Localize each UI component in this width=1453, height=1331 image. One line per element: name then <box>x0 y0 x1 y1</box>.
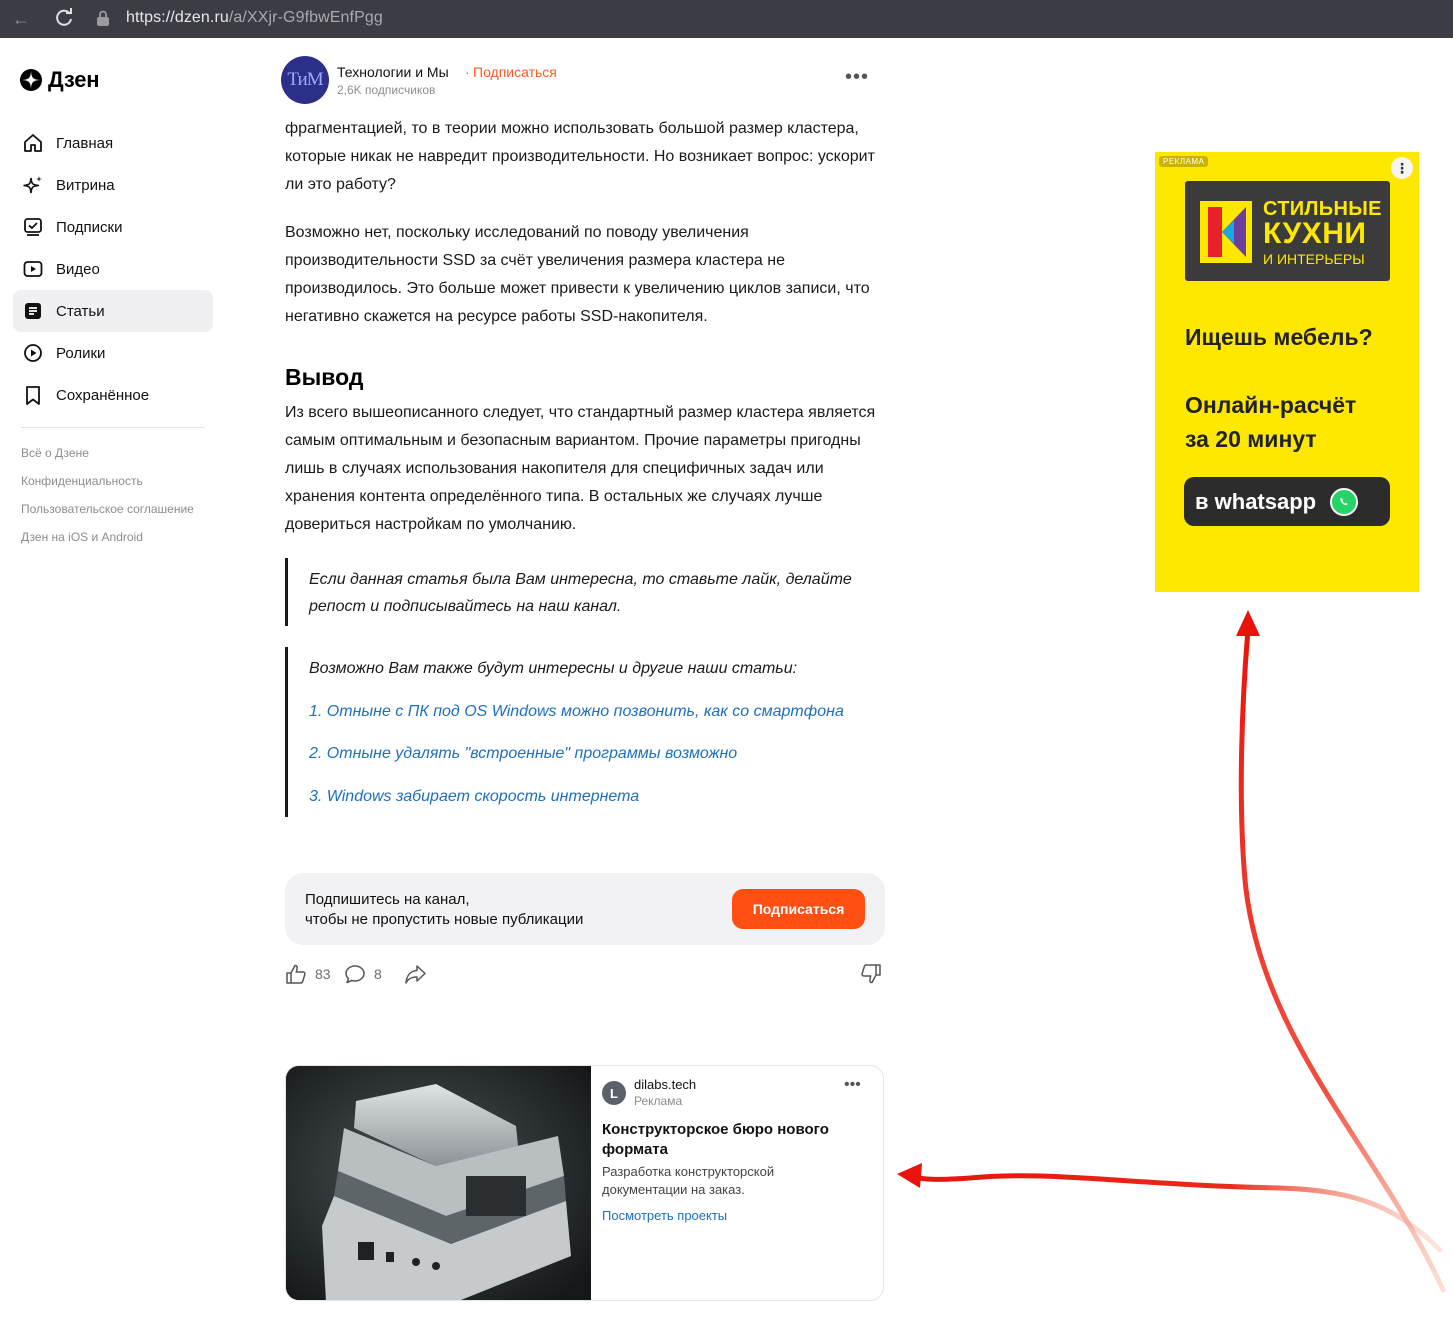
ad-product-image[interactable] <box>286 1066 591 1301</box>
related-article-link[interactable]: 2. Отныне удалять "встроенные" программы… <box>309 744 737 764</box>
more-options-icon[interactable]: ••• <box>845 67 869 90</box>
back-arrow-icon[interactable]: ← <box>10 9 32 29</box>
advertiser-domain[interactable]: dilabs.tech <box>634 1077 696 1092</box>
sidebar-nav: Главная Витрина Подписки Видео Статьи Ро… <box>13 122 213 416</box>
article-icon <box>25 303 41 319</box>
channel-name[interactable]: Технологии и Мы <box>337 64 449 80</box>
subscriptions-icon <box>24 218 42 236</box>
sparkle-icon <box>23 176 42 194</box>
subscribe-line-2: чтобы не пропустить новые публикации <box>305 911 584 928</box>
quote-text: Если данная статья была Вам интересна, т… <box>309 571 852 615</box>
thumbs-down-icon <box>861 964 881 984</box>
dzen-star-icon <box>20 69 42 91</box>
subscribe-button[interactable]: Подписаться <box>732 889 865 929</box>
footer-link-privacy[interactable]: Конфиденциальность <box>21 474 194 502</box>
ad-cta-link[interactable]: Посмотреть проекты <box>602 1208 727 1223</box>
sidebar-item-label: Подписки <box>56 218 123 236</box>
arrow-head-up <box>1236 610 1260 636</box>
related-article-link[interactable]: 1. Отныне с ПК под OS Windows можно позв… <box>309 702 844 722</box>
brand-line-3: И ИНТЕРЬЕРЫ <box>1263 251 1365 267</box>
offer-line-1: Онлайн-расчёт <box>1185 392 1357 418</box>
logo-text: Дзен <box>48 67 100 92</box>
whatsapp-button[interactable]: в whatsapp <box>1184 477 1390 526</box>
ad-title[interactable]: Конструкторское бюро нового формата <box>602 1120 862 1160</box>
clips-icon <box>24 344 42 362</box>
sidebar-item-video[interactable]: Видео <box>13 248 213 290</box>
sidebar-item-subscriptions[interactable]: Подписки <box>13 206 213 248</box>
like-button[interactable]: 83 <box>285 963 331 985</box>
sidebar-item-label: Ролики <box>56 344 106 362</box>
like-count: 83 <box>315 966 331 982</box>
sidebar-item-label: Главная <box>56 134 114 152</box>
bookmark-icon <box>26 386 40 405</box>
footer-link-about[interactable]: Всё о Дзене <box>21 446 194 474</box>
address-bar[interactable]: https://dzen.ru/a/XXjr-G9fbwEnfPgg <box>126 9 383 27</box>
sidebar-item-saved[interactable]: Сохранённое <box>13 374 213 416</box>
sidebar-divider <box>21 427 205 428</box>
comments-button[interactable]: 8 <box>344 963 382 985</box>
ad-menu-icon[interactable]: ⋮ <box>1391 157 1413 179</box>
thumbs-up-icon <box>286 964 306 984</box>
banner-question: Ищешь мебель? <box>1185 324 1373 350</box>
separator-dot: · <box>465 64 470 80</box>
sidebar-item-label: Видео <box>56 260 100 278</box>
brand-line-2: КУХНИ <box>1263 217 1367 250</box>
sidebar-item-clips[interactable]: Ролики <box>13 332 213 374</box>
channel-subscribe-link[interactable]: Подписаться <box>473 64 557 80</box>
share-icon <box>405 965 426 984</box>
video-icon <box>23 261 43 277</box>
lock-icon[interactable] <box>96 10 110 26</box>
channel-avatar[interactable]: ТиМ <box>281 56 329 104</box>
related-article-link[interactable]: 3. Windows забирает скорость интернета <box>309 787 639 807</box>
sidebar-item-showcase[interactable]: Витрина <box>13 164 213 206</box>
brand-logo-block: СТИЛЬНЫЕ КУХНИ И ИНТЕРЬЕРЫ <box>1185 181 1390 281</box>
article-paragraph: фрагментацией, то в теории можно использ… <box>285 120 875 193</box>
subscribe-prompt-text: Подпишитесь на канал, чтобы не пропустит… <box>305 890 583 930</box>
reload-icon[interactable] <box>52 6 76 30</box>
article-paragraph: Возможно нет, поскольку исследований по … <box>285 224 870 325</box>
footer-link-apps[interactable]: Дзен на iOS и Android <box>21 530 194 558</box>
sidebar-item-label: Сохранённое <box>56 386 150 404</box>
banner-offer: Онлайн-расчёт за 20 минут <box>1185 388 1356 456</box>
arrow-head-left <box>897 1163 922 1188</box>
share-button[interactable] <box>404 963 426 985</box>
subscribe-prompt: Подпишитесь на канал, чтобы не пропустит… <box>285 873 885 945</box>
sidebar-item-articles[interactable]: Статьи <box>13 290 213 332</box>
quote-intro: Возможно Вам также будут интересны и дру… <box>309 660 798 677</box>
offer-line-2: за 20 минут <box>1185 426 1317 452</box>
subscriber-count: 2,6K подписчиков <box>337 83 436 97</box>
article-heading: Вывод <box>285 364 364 390</box>
comment-count: 8 <box>374 966 382 982</box>
advertiser-logo[interactable]: L <box>602 1081 626 1105</box>
arrow-to-banner <box>1238 627 1446 1293</box>
brand-k-logo-icon <box>1200 201 1252 263</box>
url-host: https://dzen.ru <box>126 9 229 26</box>
whatsapp-icon <box>1330 487 1359 516</box>
article-actions: 83 8 <box>285 963 885 991</box>
dislike-button[interactable] <box>860 963 882 985</box>
home-icon <box>24 134 42 152</box>
native-ad-card[interactable]: L dilabs.tech Реклама ••• Конструкторско… <box>285 1065 884 1301</box>
ad-more-options-icon[interactable]: ••• <box>844 1077 861 1093</box>
ad-description: Разработка конструкторской документации … <box>602 1164 775 1197</box>
banner-ad[interactable]: РЕКЛАМА ⋮ СТИЛЬНЫЕ КУХНИ И ИНТЕРЬЕРЫ Ище… <box>1155 152 1419 592</box>
sidebar-item-label: Статьи <box>56 302 105 320</box>
comment-icon <box>345 965 365 984</box>
ad-label: Реклама <box>634 1094 683 1108</box>
sidebar-item-home[interactable]: Главная <box>13 122 213 164</box>
article-paragraph: Из всего вышеописанного следует, что ста… <box>285 404 876 533</box>
blockquote: Если данная статья была Вам интересна, т… <box>285 558 885 626</box>
related-articles-quote: Возможно Вам также будут интересны и дру… <box>285 647 885 817</box>
sidebar-item-label: Витрина <box>56 176 115 194</box>
subscribe-line-1: Подпишитесь на канал, <box>305 891 470 908</box>
ad-tag: РЕКЛАМА <box>1159 156 1209 167</box>
whatsapp-button-label: в whatsapp <box>1195 488 1317 514</box>
dzen-logo[interactable]: Дзен <box>20 67 100 93</box>
url-path: /a/XXjr-G9fbwEnfPgg <box>228 9 383 26</box>
sidebar-footer-links: Всё о Дзене Конфиденциальность Пользоват… <box>21 446 194 558</box>
arrow-to-native-ad <box>912 1173 1443 1253</box>
browser-toolbar: ← https://dzen.ru/a/XXjr-G9fbwEnfPgg <box>0 0 1453 38</box>
footer-link-terms[interactable]: Пользовательское соглашение <box>21 502 194 530</box>
